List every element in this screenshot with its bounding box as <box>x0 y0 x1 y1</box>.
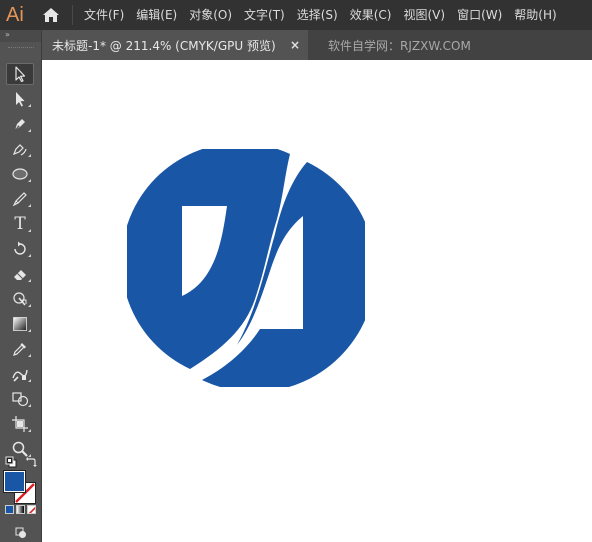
menu-edit[interactable]: 编辑(E) <box>136 0 177 30</box>
gradient-tool[interactable] <box>6 313 34 335</box>
color-mode-button[interactable] <box>5 505 14 514</box>
menu-view[interactable]: 视图(V) <box>403 0 445 30</box>
eraser-tool[interactable] <box>6 263 34 285</box>
tool-group-corner <box>28 179 31 182</box>
tool-group-corner <box>28 429 31 432</box>
tool-group-corner <box>28 254 31 257</box>
rotate-tool[interactable] <box>6 238 34 260</box>
tab-inactive[interactable]: 软件自学网：RJZXW.COM <box>308 30 471 60</box>
home-button[interactable] <box>40 4 62 26</box>
tools-panel: » T <box>0 30 42 542</box>
direct-selection-arrow-icon <box>16 92 25 107</box>
menu-type[interactable]: 文字(T) <box>244 0 285 30</box>
menu-bar: Ai 文件(F) 编辑(E) 对象(O) 文字(T) 选择(S) 效果(C) 视… <box>0 0 592 30</box>
document-tab-bar: 未标题-1* @ 211.4% (CMYK/GPU 预览) × 软件自学网：RJ… <box>42 30 592 60</box>
artboard-tool[interactable] <box>6 413 34 435</box>
warp-tool[interactable] <box>6 288 34 310</box>
none-mode-button[interactable] <box>27 505 36 514</box>
menu-items: 文件(F) 编辑(E) 对象(O) 文字(T) 选择(S) 效果(C) 视图(V… <box>84 0 569 30</box>
tool-group-corner <box>28 329 31 332</box>
ellipse-tool[interactable] <box>6 163 34 185</box>
tool-group-corner <box>28 404 31 407</box>
tool-group-corner <box>28 204 31 207</box>
tool-group-corner <box>28 104 31 107</box>
tab-active-document[interactable]: 未标题-1* @ 211.4% (CMYK/GPU 预览) × <box>42 30 308 60</box>
direct-selection-tool[interactable] <box>6 88 34 110</box>
curvature-icon <box>12 144 27 156</box>
tool-group-corner <box>28 304 31 307</box>
menu-select[interactable]: 选择(S) <box>297 0 338 30</box>
curvature-tool[interactable] <box>6 138 34 160</box>
menu-file[interactable]: 文件(F) <box>84 0 124 30</box>
draw-mode-icon <box>15 527 26 538</box>
menu-divider <box>72 5 73 25</box>
tool-group-corner <box>28 354 31 357</box>
panel-grip[interactable] <box>8 47 34 49</box>
collapse-panel-button[interactable]: » <box>5 30 10 40</box>
none-slash-icon <box>28 506 35 513</box>
menu-help[interactable]: 帮助(H) <box>514 0 556 30</box>
swap-colors-button[interactable] <box>25 453 37 467</box>
pen-icon <box>14 119 25 131</box>
ellipse-icon <box>12 168 28 180</box>
fill-swatch[interactable] <box>3 470 26 493</box>
shape-builder-icon <box>12 392 29 407</box>
selection-tool[interactable] <box>6 63 34 85</box>
gradient-icon <box>13 317 27 331</box>
type-tool[interactable]: T <box>6 213 34 235</box>
tool-group-corner <box>28 129 31 132</box>
gradient-mode-button[interactable] <box>16 505 25 514</box>
logo-artwork[interactable] <box>127 149 365 387</box>
home-icon <box>43 8 59 22</box>
tab-inactive-label: 软件自学网：RJZXW.COM <box>328 38 471 53</box>
warp-icon <box>13 292 27 306</box>
tab-close-button[interactable]: × <box>290 38 300 52</box>
blend-tool[interactable] <box>6 363 34 385</box>
rotate-icon <box>14 241 26 255</box>
menu-window[interactable]: 窗口(W) <box>457 0 502 30</box>
eyedropper-icon <box>13 343 26 356</box>
menu-object[interactable]: 对象(O) <box>189 0 232 30</box>
paintbrush-icon <box>12 192 27 207</box>
paintbrush-tool[interactable] <box>6 188 34 210</box>
tab-title: 未标题-1* @ 211.4% (CMYK/GPU 预览) <box>52 38 276 53</box>
selection-arrow-icon <box>15 66 26 83</box>
menu-effect[interactable]: 效果(C) <box>350 0 392 30</box>
color-mode-buttons <box>5 505 37 515</box>
tool-group-corner <box>28 154 31 157</box>
artboard-canvas[interactable] <box>42 60 592 542</box>
app-logo[interactable]: Ai <box>6 4 32 26</box>
tool-group-corner <box>28 379 31 382</box>
pen-tool[interactable] <box>6 113 34 135</box>
blend-icon <box>12 369 28 382</box>
tools-panel-header: » <box>0 30 41 42</box>
draw-mode-button[interactable] <box>15 524 27 538</box>
default-colors-button[interactable] <box>5 453 17 468</box>
eraser-icon <box>14 270 26 280</box>
artboard-icon <box>12 416 28 432</box>
swap-arrow-icon <box>26 457 37 467</box>
type-icon: T <box>14 214 26 234</box>
tool-group-corner <box>28 229 31 232</box>
default-fill-stroke-icon <box>5 456 17 468</box>
tool-group-corner <box>28 279 31 282</box>
shape-builder-tool[interactable] <box>6 388 34 410</box>
eyedropper-tool[interactable] <box>6 338 34 360</box>
